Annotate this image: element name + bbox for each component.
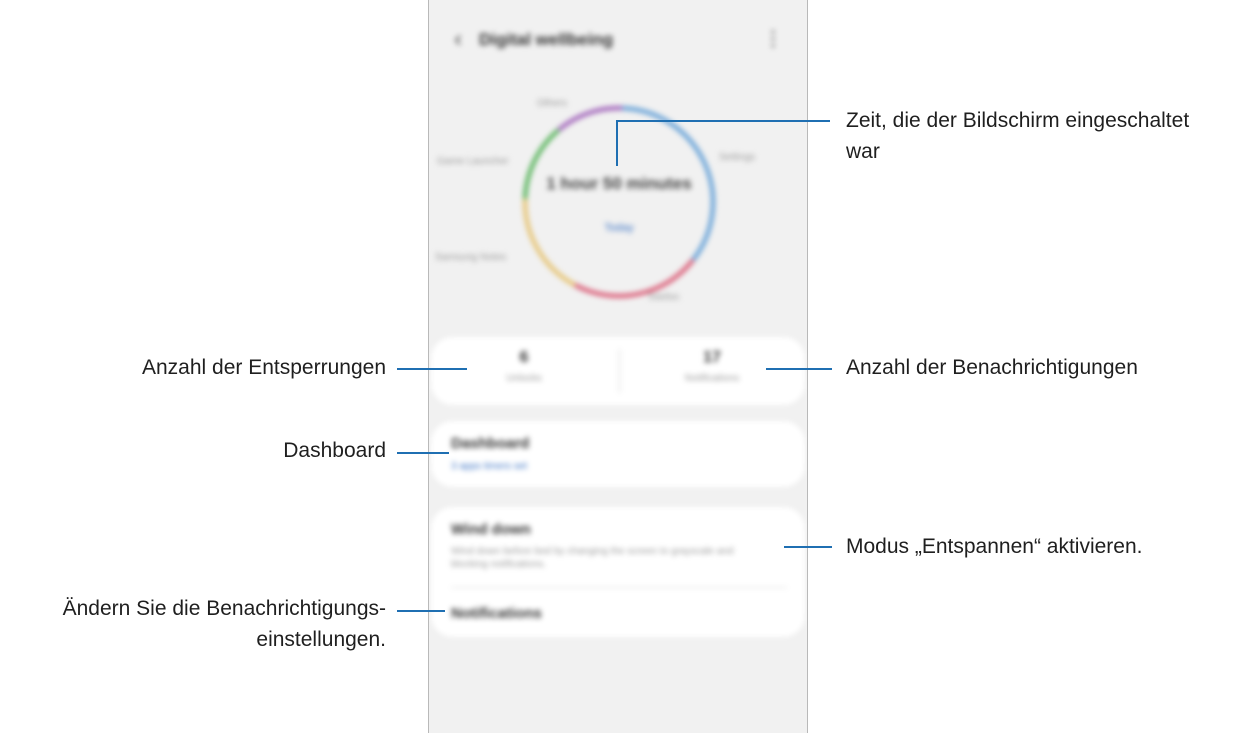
unlocks-label: Unlocks	[506, 373, 542, 384]
category-label-game: Game Launcher	[437, 156, 509, 167]
arc-notes	[523, 198, 576, 287]
leader-screen-time-vertical	[616, 120, 618, 166]
leader-wind-down	[784, 546, 832, 548]
category-label-settings: Settings	[719, 152, 756, 163]
leader-notifications-count	[766, 368, 832, 370]
callout-wind-down: Modus „Entspannen“ aktivieren.	[846, 535, 1143, 558]
category-label-others: Others	[537, 98, 568, 109]
screen-time-value: 1 hour 50 minutes	[546, 174, 692, 193]
phone-screen: ‹ Digital wellbeing ⋮ Others Settings Te…	[428, 0, 808, 733]
notifications-stat[interactable]: 17 Notifications	[619, 349, 805, 384]
app-bar: ‹ Digital wellbeing ⋮	[429, 20, 807, 60]
today-link[interactable]: Today	[589, 222, 649, 234]
callout-notification-settings: Ändern Sie die Benachrichtigungs-	[62, 597, 386, 620]
more-options-icon[interactable]: ⋮	[763, 28, 783, 50]
leader-dashboard	[397, 452, 449, 454]
settings-card: Wind down Wind down before bed by changi…	[431, 507, 805, 637]
unlocks-stat[interactable]: 6 Unlocks	[431, 349, 617, 384]
callout-notifications-count: Anzahl der Benachrichtigungen	[846, 356, 1138, 379]
callout-notification-settings-line2: einstellungen.	[256, 628, 386, 651]
callout-screen-time-line2: war	[846, 140, 880, 163]
dashboard-card[interactable]: Dashboard 3 apps timers set	[431, 421, 805, 487]
usage-ring	[523, 106, 716, 299]
callout-unlocks: Anzahl der Entsperrungen	[142, 356, 386, 379]
leader-unlocks	[397, 368, 467, 370]
page-title: Digital wellbeing	[479, 30, 614, 49]
wind-down-description: Wind down before bed by changing the scr…	[451, 546, 734, 570]
category-label-notes: Samsung Notes	[435, 252, 507, 263]
usage-chart[interactable]: Others Settings Telefon Samsung Notes Ga…	[429, 80, 807, 320]
stats-card: 6 Unlocks 17 Notifications	[431, 337, 805, 405]
callout-screen-time: Zeit, die der Bildschirm eingeschaltet	[846, 109, 1190, 132]
category-label-telefon: Telefon	[647, 292, 680, 303]
dashboard-title: Dashboard	[451, 435, 530, 452]
notifications-count: 17	[703, 349, 721, 366]
leader-screen-time	[616, 120, 830, 122]
dashboard-subtitle: 3 apps timers set	[451, 461, 528, 472]
wind-down-title[interactable]: Wind down	[451, 521, 531, 538]
notifications-title[interactable]: Notifications	[451, 605, 542, 622]
arc-others	[557, 106, 623, 132]
leader-notification-settings	[397, 610, 445, 612]
back-icon[interactable]: ‹	[447, 26, 469, 52]
notifications-label: Notifications	[684, 373, 740, 384]
callout-dashboard: Dashboard	[283, 439, 386, 462]
unlocks-count: 6	[519, 349, 529, 366]
card-divider	[451, 587, 787, 588]
arc-telefon	[573, 258, 695, 299]
